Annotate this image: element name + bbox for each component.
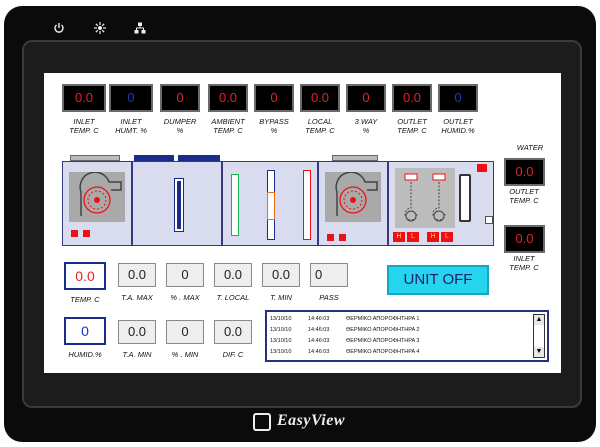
setpoint-label: T. LOCAL xyxy=(216,293,250,302)
heater-stage-indicators: HLHL xyxy=(393,232,457,242)
setpoint-label: T.A. MAX xyxy=(121,293,153,302)
readout-label: DUMPER % xyxy=(163,117,197,135)
humidifier-outlet-port xyxy=(485,216,493,224)
setpoint-label: % . MAX xyxy=(170,293,200,302)
alarm-log: 13/10/10 14:46:03 ΘΕΡΜΙΚΟ ΑΠΟΡΟΦΗΤΗΡΑ 1 13/… xyxy=(265,310,549,362)
setpoint-field[interactable]: 0.0 xyxy=(262,263,300,287)
readout-display: 0 xyxy=(109,84,153,112)
humidifier-alarm-light xyxy=(477,164,487,172)
readout-display: 0.0 xyxy=(392,84,432,112)
setpoint-field[interactable]: 0.0 xyxy=(118,263,156,287)
setpoint-field[interactable]: 0 xyxy=(166,263,204,287)
setpoint-field[interactable]: 0.0 xyxy=(214,263,252,287)
supply-fan-section xyxy=(318,161,388,246)
alarm-date: 13/10/10 xyxy=(270,316,292,322)
setpoint-label: PASS xyxy=(319,293,339,302)
unit-off-button[interactable]: UNIT OFF xyxy=(387,265,489,295)
preheat-coil-segment xyxy=(267,192,275,220)
readout-label: INLET HUMT. % xyxy=(115,117,147,135)
alarm-scrollbar[interactable]: ▲ ▼ xyxy=(533,314,545,358)
alarm-time: 14:46:03 xyxy=(308,316,330,322)
readout-display: 0.0 xyxy=(300,84,340,112)
filter-section xyxy=(132,161,222,246)
readout-label: OUTLET HUMID.% xyxy=(441,117,475,135)
alarm-date: 13/10/10 xyxy=(270,327,292,333)
network-icon[interactable] xyxy=(134,22,146,37)
readout-display: 0.0 xyxy=(208,84,248,112)
supply-fan xyxy=(325,171,381,222)
readout-label: INLET TEMP. C xyxy=(69,117,99,135)
power-icon[interactable] xyxy=(53,22,65,37)
water-inlet-temp-label: INLET TEMP. C xyxy=(509,254,539,272)
water-inlet-temp-display: 0.0 xyxy=(504,225,545,253)
return-fan-section xyxy=(62,161,132,246)
setpoint-field[interactable]: 0 xyxy=(166,320,204,344)
readout-display: 0 xyxy=(346,84,386,112)
heater-stage-indicator: H xyxy=(427,232,439,242)
coil-section xyxy=(222,161,318,246)
setpoint-field[interactable]: 0 xyxy=(310,263,348,287)
humid-setpoint-label: HUMID.% xyxy=(68,350,102,359)
alarm-date: 13/10/10 xyxy=(270,338,292,344)
setpoint-field[interactable]: 0.0 xyxy=(118,320,156,344)
steam-humidifiers xyxy=(395,168,455,228)
heater-stage-indicator: L xyxy=(407,232,419,242)
readout-label: OUTLET TEMP. C xyxy=(397,117,427,135)
alarm-date: 13/10/10 xyxy=(270,349,292,355)
scroll-down-icon[interactable]: ▼ xyxy=(534,347,544,357)
readout-label: 3 WAY % xyxy=(354,117,378,135)
fan-status-light xyxy=(71,230,78,237)
hand-pointer-icon xyxy=(253,413,271,431)
bezel-status-icons xyxy=(0,22,600,36)
setpoint-label: T. MIN xyxy=(270,293,292,302)
heater-stage-indicator: H xyxy=(393,232,405,242)
brightness-icon[interactable] xyxy=(94,22,106,37)
scroll-up-icon[interactable]: ▲ xyxy=(534,315,544,325)
humidifier-section: HLHL xyxy=(388,161,494,246)
readout-label: LOCAL TEMP. C xyxy=(305,117,335,135)
fan-status-light xyxy=(327,234,334,241)
readout-label: AMBIENT TEMP. C xyxy=(211,117,245,135)
humidifier-dispersion-tube xyxy=(459,174,471,222)
readout-display: 0 xyxy=(254,84,294,112)
water-outlet-temp-label: OUTLET TEMP. C xyxy=(509,187,539,205)
temp-setpoint-label: TEMP. C xyxy=(70,295,100,304)
return-fan xyxy=(69,171,125,222)
brand-name: EasyView xyxy=(277,412,346,429)
water-title: WATER xyxy=(516,143,544,152)
alarm-time: 14:46:03 xyxy=(308,327,330,333)
humid-setpoint-display[interactable]: 0 xyxy=(64,317,106,345)
alarm-message: ΘΕΡΜΙΚΟ ΑΠΟΡΟΦΗΤΗΡΑ 1 xyxy=(346,316,420,322)
hmi-screen: 0.0 INLET TEMP. C 0 INLET HUMT. % 0 DUMPER % 0… xyxy=(44,73,561,373)
setpoint-field[interactable]: 0.0 xyxy=(214,320,252,344)
air-handling-unit-diagram: HLHL xyxy=(62,155,494,246)
setpoint-label: DIF. C xyxy=(222,350,244,359)
water-outlet-temp-display: 0.0 xyxy=(504,158,545,186)
alarm-time: 14:46:03 xyxy=(308,349,330,355)
readout-display: 0 xyxy=(438,84,478,112)
fan-alarm-light xyxy=(339,234,346,241)
alarm-message: ΘΕΡΜΙΚΟ ΑΠΟΡΟΦΗΤΗΡΑ 3 xyxy=(346,338,420,344)
temp-setpoint-display[interactable]: 0.0 xyxy=(64,262,106,290)
alarm-time: 14:46:03 xyxy=(308,338,330,344)
readout-display: 0.0 xyxy=(62,84,106,112)
setpoint-label: T.A. MIN xyxy=(122,350,152,359)
reheat-coil xyxy=(303,170,311,240)
alarm-message: ΘΕΡΜΙΚΟ ΑΠΟΡΟΦΗΤΗΡΑ 2 xyxy=(346,327,420,333)
cooling-coil xyxy=(231,174,239,236)
fan-alarm-light xyxy=(83,230,90,237)
readout-label: BYPASS % xyxy=(259,117,289,135)
alarm-message: ΘΕΡΜΙΚΟ ΑΠΟΡΟΦΗΤΗΡΑ 4 xyxy=(346,349,420,355)
damper-blade xyxy=(174,178,184,232)
heater-stage-indicator: L xyxy=(441,232,453,242)
setpoint-label: % . MIN xyxy=(171,350,199,359)
readout-display: 0 xyxy=(160,84,200,112)
